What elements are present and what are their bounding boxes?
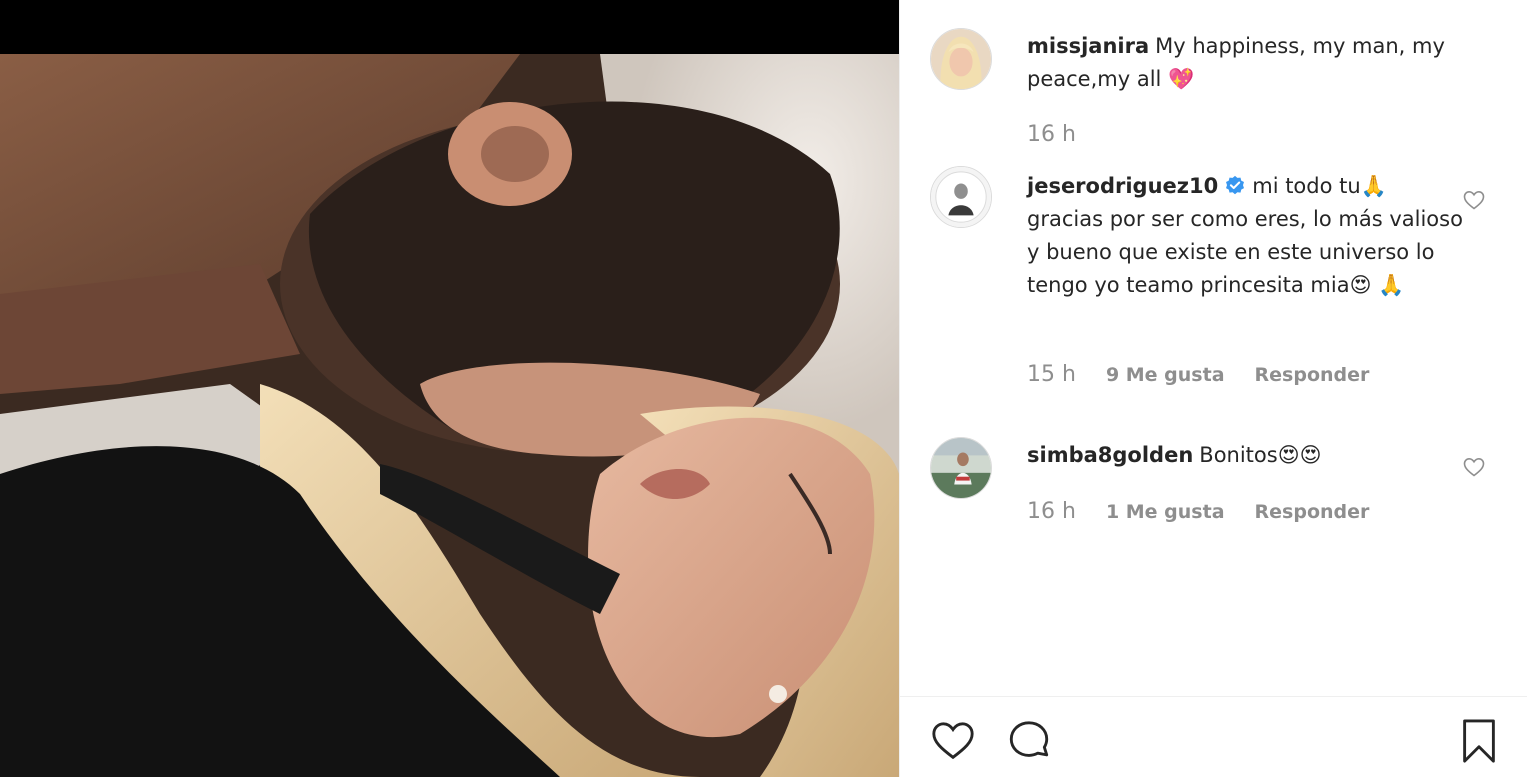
verified-badge-icon	[1226, 175, 1245, 195]
post-photo[interactable]	[0, 54, 899, 777]
caption-timestamp[interactable]: 16 h	[1027, 122, 1076, 147]
comment-timestamp[interactable]: 15 h	[1027, 362, 1076, 387]
comment-likes-count[interactable]: 9 Me gusta	[1106, 364, 1225, 386]
instagram-post: missjanira My happiness, my man, my peace…	[0, 0, 1527, 777]
couple-photo	[0, 54, 899, 777]
heart-icon[interactable]	[930, 718, 976, 764]
heart-small-icon[interactable]	[1462, 188, 1486, 212]
comment-likes-count[interactable]: 1 Me gusta	[1106, 501, 1225, 523]
caption-username[interactable]: missjanira	[1027, 34, 1149, 58]
avatar[interactable]	[930, 166, 992, 228]
avatar[interactable]	[930, 437, 992, 499]
heart-eyes-emoji: 😍😍	[1277, 443, 1322, 467]
comment-username[interactable]: simba8golden	[1027, 443, 1193, 467]
heart-eyes-emoji: 😍 🙏	[1349, 273, 1405, 297]
sparkling-heart-emoji: 💖	[1168, 67, 1195, 91]
comment-username[interactable]: jeserodriguez10	[1027, 174, 1218, 198]
comment-text: Bonitos	[1199, 443, 1278, 467]
heart-small-icon[interactable]	[1462, 455, 1486, 479]
comment-text: mi todo tu	[1252, 174, 1361, 198]
bookmark-icon[interactable]	[1456, 718, 1502, 764]
reply-button[interactable]: Responder	[1255, 501, 1370, 523]
comment-timestamp[interactable]: 16 h	[1027, 499, 1076, 524]
comment-bubble-icon[interactable]	[1006, 718, 1052, 764]
avatar[interactable]	[930, 28, 992, 90]
folded-hands-emoji: 🙏	[1360, 174, 1387, 198]
comments-panel: missjanira My happiness, my man, my peace…	[899, 0, 1527, 777]
divider	[900, 696, 1527, 697]
reply-button[interactable]: Responder	[1255, 364, 1370, 386]
post-media	[0, 0, 899, 777]
